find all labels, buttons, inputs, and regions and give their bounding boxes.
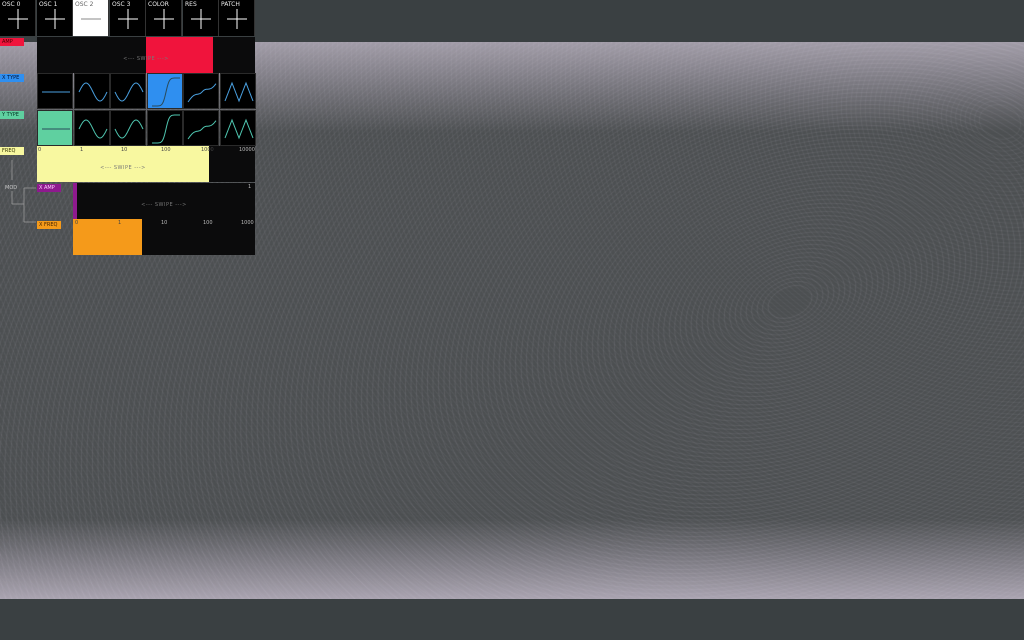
x-amp-slider-fill [73,183,77,219]
line-wave-icon [42,128,70,130]
plus-icon [191,9,211,29]
tab-color[interactable]: COLOR [146,0,182,36]
wave-option-line-wave[interactable] [37,110,73,146]
wave-option-cotangent-wave[interactable] [183,110,219,146]
freq-label: FREQ [0,147,24,155]
cotangent-wave-icon [187,83,217,103]
freq-tick: 0 [38,147,42,153]
wave-option-inverted-sine-wave[interactable] [110,110,146,146]
x-freq-label: X FREQ [37,221,61,229]
tab-osc-1[interactable]: OSC 1 [37,0,73,36]
plus-icon [8,9,28,29]
freq-tick: 10000 [239,147,255,153]
plus-icon [227,9,247,29]
wave-option-tangent-wave[interactable] [146,73,183,109]
inverted-sine-wave-icon [114,119,144,139]
x-freq-slider-fill [73,219,142,255]
tab-res[interactable]: RES [183,0,219,36]
amp-slider[interactable]: <--- SWIPE ---> [37,37,255,73]
freq-tick: 1 [80,147,84,153]
x-freq-tick: 1 [118,220,122,226]
wave-option-tangent-wave[interactable] [146,110,183,146]
wave-option-triangle-wave[interactable] [219,110,256,146]
tangent-wave-icon [151,114,180,144]
x-amp-swipe-hint: <--- SWIPE ---> [141,202,187,208]
wave-option-cotangent-wave[interactable] [183,73,219,109]
x-freq-slider[interactable]: 0 1 10 100 1000 [73,219,255,255]
x-freq-tick: 0 [75,220,79,226]
freq-slider[interactable]: 0 1 10 100 1000 10000 <--- SWIPE ---> [37,146,255,182]
x-freq-tick: 100 [203,220,213,226]
plus-icon [154,9,174,29]
sine-wave-icon [78,119,107,139]
x-amp-label: X AMP [37,184,61,192]
tab-osc-3[interactable]: OSC 3 [110,0,146,36]
wave-option-sine-wave[interactable] [73,110,110,146]
sine-wave-icon [78,82,107,102]
cotangent-wave-icon [187,120,217,140]
x-freq-tick: 1000 [241,220,254,226]
triangle-wave-icon [224,118,253,140]
freq-swipe-hint: <--- SWIPE ---> [100,165,146,171]
inverted-sine-wave-icon [114,82,144,102]
wave-option-sine-wave[interactable] [73,73,110,109]
x-freq-tick: 10 [161,220,168,226]
x-amp-slider[interactable]: 1 <--- SWIPE ---> [73,183,255,219]
tab-osc-2[interactable]: OSC 2 [73,0,109,36]
plus-icon [45,9,65,29]
amp-label: AMP [0,38,24,46]
wave-option-inverted-sine-wave[interactable] [110,73,146,109]
x-amp-tick: 1 [248,184,252,190]
line-wave-icon [42,91,70,93]
tab-patch[interactable]: PATCH [219,0,255,36]
freq-tick: 1000 [201,147,214,153]
freq-tick: 100 [161,147,171,153]
x-type-label: X TYPE [0,74,24,82]
control-panel: OSC 0 OSC 1 OSC 2 OSC 3 COLOR RES PATCH … [0,0,256,256]
freq-tick: 10 [121,147,128,153]
mod-tree-lines [11,160,36,223]
amp-swipe-hint: <--- SWIPE ---> [123,56,169,62]
minus-icon [81,18,101,20]
tab-osc-0[interactable]: OSC 0 [0,0,36,36]
y-type-label: Y TYPE [0,111,24,119]
wave-option-line-wave[interactable] [37,73,73,109]
plus-icon [118,9,138,29]
wave-option-triangle-wave[interactable] [219,73,256,109]
triangle-wave-icon [224,81,253,103]
amp-slider-fill [146,37,213,73]
tangent-wave-icon [151,77,180,107]
